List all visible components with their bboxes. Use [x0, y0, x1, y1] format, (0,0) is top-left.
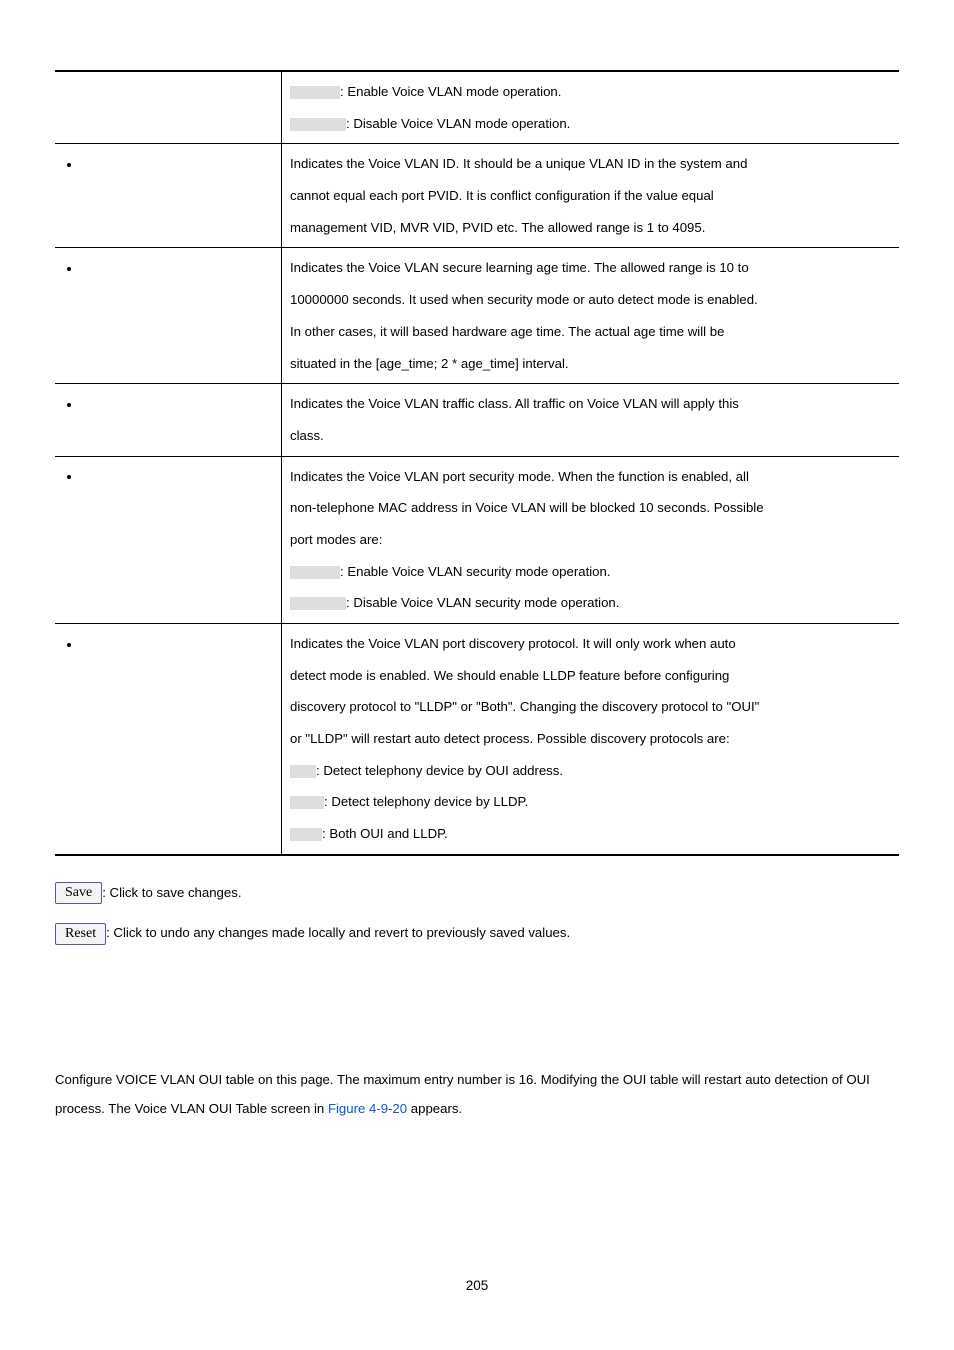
- table-line: Indicates the Voice VLAN ID. It should b…: [290, 148, 891, 180]
- option-label-placeholder: [290, 118, 346, 131]
- bullet-icon: [67, 475, 71, 479]
- bullet-icon: [67, 403, 71, 407]
- table-left-cell: [55, 456, 282, 623]
- table-line: port modes are:: [290, 524, 891, 556]
- table-left-cell: [55, 71, 282, 144]
- bullet-icon: [67, 163, 71, 167]
- line-text: : Detect telephony device by LLDP.: [324, 794, 528, 809]
- table-line: 10000000 seconds. It used when security …: [290, 284, 891, 316]
- line-text: Indicates the Voice VLAN port discovery …: [290, 636, 736, 651]
- para-pre: Configure VOICE VLAN OUI table on this p…: [55, 1072, 870, 1116]
- table-line: management VID, MVR VID, PVID etc. The a…: [290, 212, 891, 244]
- table-line: Indicates the Voice VLAN port security m…: [290, 461, 891, 493]
- table-line: : Enable Voice VLAN mode operation.: [290, 76, 891, 108]
- reset-desc: : Click to undo any changes made locally…: [106, 925, 570, 940]
- line-text: or "LLDP" will restart auto detect proce…: [290, 731, 730, 746]
- line-text: : Enable Voice VLAN security mode operat…: [340, 564, 611, 579]
- line-text: class.: [290, 428, 324, 443]
- table-line: or "LLDP" will restart auto detect proce…: [290, 723, 891, 755]
- option-label-placeholder: [290, 796, 324, 809]
- table-line: : Enable Voice VLAN security mode operat…: [290, 556, 891, 588]
- line-text: Indicates the Voice VLAN traffic class. …: [290, 396, 739, 411]
- option-label-placeholder: [290, 597, 346, 610]
- line-text: cannot equal each port PVID. It is confl…: [290, 188, 714, 203]
- line-text: In other cases, it will based hardware a…: [290, 324, 724, 339]
- table-left-cell: [55, 248, 282, 384]
- save-desc: : Click to save changes.: [102, 885, 241, 900]
- line-text: Indicates the Voice VLAN port security m…: [290, 469, 749, 484]
- table-right-cell: : Enable Voice VLAN mode operation. : Dis…: [282, 71, 900, 144]
- line-text: Indicates the Voice VLAN secure learning…: [290, 260, 749, 275]
- table-line: Indicates the Voice VLAN traffic class. …: [290, 388, 891, 420]
- line-text: : Disable Voice VLAN mode operation.: [346, 116, 570, 131]
- save-button[interactable]: Save: [55, 882, 102, 904]
- table-line: : Disable Voice VLAN security mode opera…: [290, 587, 891, 619]
- table-line: : Both OUI and LLDP.: [290, 818, 891, 850]
- table-line: : Detect telephony device by OUI address…: [290, 755, 891, 787]
- table-line: Indicates the Voice VLAN secure learning…: [290, 252, 891, 284]
- line-text: 10000000 seconds. It used when security …: [290, 292, 758, 307]
- table-right-cell: Indicates the Voice VLAN port security m…: [282, 456, 900, 623]
- line-text: management VID, MVR VID, PVID etc. The a…: [290, 220, 705, 235]
- table-right-cell: Indicates the Voice VLAN traffic class. …: [282, 384, 900, 456]
- para-post: appears.: [407, 1101, 462, 1116]
- line-text: port modes are:: [290, 532, 382, 547]
- table-line: situated in the [age_time; 2 * age_time]…: [290, 348, 891, 380]
- reset-button-line: Reset: Click to undo any changes made lo…: [55, 922, 899, 945]
- bullet-icon: [67, 643, 71, 647]
- table-right-cell: Indicates the Voice VLAN port discovery …: [282, 624, 900, 855]
- line-text: non-telephone MAC address in Voice VLAN …: [290, 500, 764, 515]
- table-left-cell: [55, 384, 282, 456]
- option-label-placeholder: [290, 765, 316, 778]
- option-label-placeholder: [290, 828, 322, 841]
- bullet-icon: [67, 267, 71, 271]
- table-line: discovery protocol to "LLDP" or "Both". …: [290, 691, 891, 723]
- reset-button[interactable]: Reset: [55, 923, 106, 945]
- table-line: : Detect telephony device by LLDP.: [290, 786, 891, 818]
- table-line: class.: [290, 420, 891, 452]
- line-text: detect mode is enabled. We should enable…: [290, 668, 729, 683]
- line-text: : Detect telephony device by OUI address…: [316, 763, 563, 778]
- save-button-line: Save: Click to save changes.: [55, 882, 899, 905]
- line-text: : Disable Voice VLAN security mode opera…: [346, 595, 619, 610]
- table-line: : Disable Voice VLAN mode operation.: [290, 108, 891, 140]
- option-label-placeholder: [290, 86, 340, 99]
- option-label-placeholder: [290, 566, 340, 579]
- table-line: cannot equal each port PVID. It is confl…: [290, 180, 891, 212]
- table-line: In other cases, it will based hardware a…: [290, 316, 891, 348]
- description-paragraph: Configure VOICE VLAN OUI table on this p…: [55, 1065, 899, 1123]
- table-right-cell: Indicates the Voice VLAN secure learning…: [282, 248, 900, 384]
- line-text: discovery protocol to "LLDP" or "Both". …: [290, 699, 759, 714]
- table-line: non-telephone MAC address in Voice VLAN …: [290, 492, 891, 524]
- config-table: : Enable Voice VLAN mode operation. : Dis…: [55, 70, 899, 856]
- table-right-cell: Indicates the Voice VLAN ID. It should b…: [282, 144, 900, 248]
- table-left-cell: [55, 144, 282, 248]
- table-line: Indicates the Voice VLAN port discovery …: [290, 628, 891, 660]
- line-text: Indicates the Voice VLAN ID. It should b…: [290, 156, 747, 171]
- table-line: detect mode is enabled. We should enable…: [290, 660, 891, 692]
- table-left-cell: [55, 624, 282, 855]
- figure-ref: Figure 4-9-20: [328, 1101, 407, 1116]
- line-text: : Both OUI and LLDP.: [322, 826, 448, 841]
- line-text: : Enable Voice VLAN mode operation.: [340, 84, 561, 99]
- line-text: situated in the [age_time; 2 * age_time]…: [290, 356, 569, 371]
- page-number: 205: [55, 1273, 899, 1299]
